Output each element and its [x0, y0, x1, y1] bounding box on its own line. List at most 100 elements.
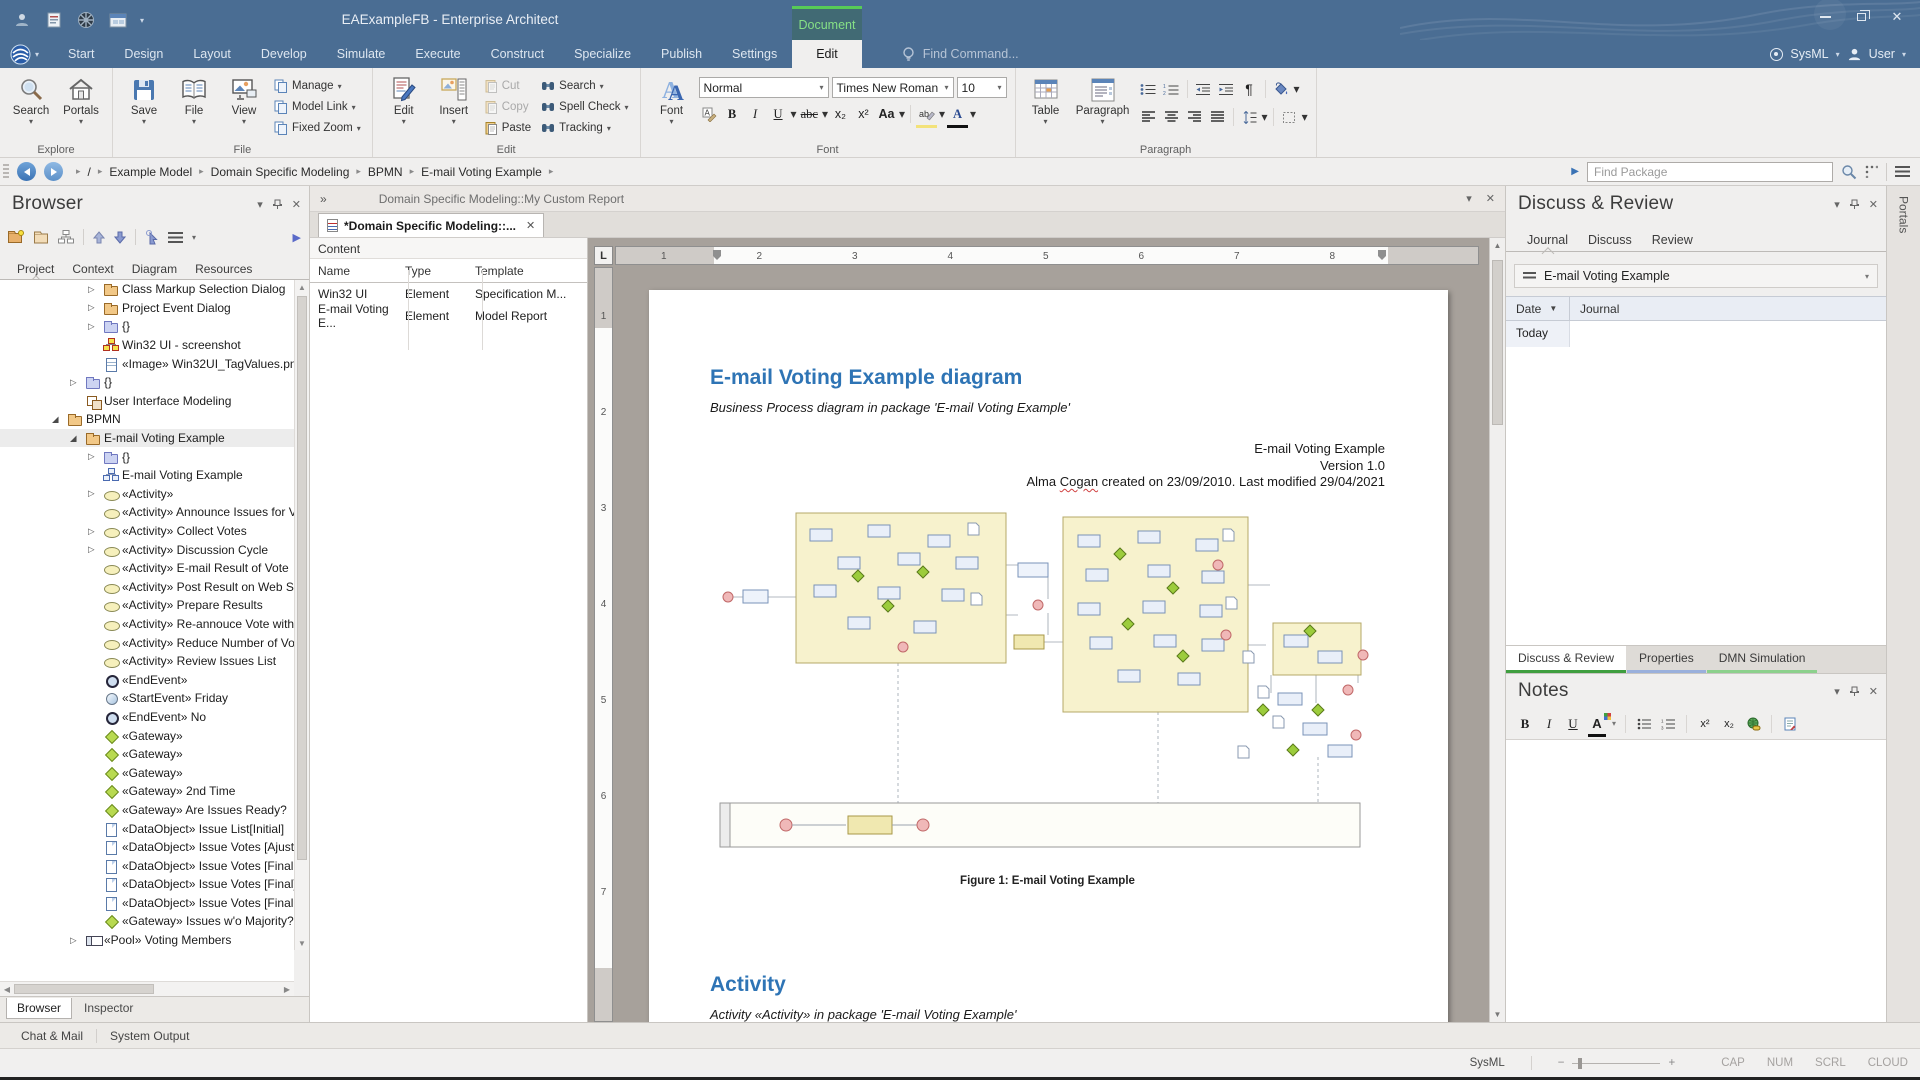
- clipboard-button[interactable]: Cut: [481, 77, 534, 95]
- discuss-pin-icon[interactable]: [1850, 199, 1859, 210]
- tree-expand-arrow[interactable]: [88, 321, 104, 332]
- wheel-quick-icon[interactable]: [76, 11, 95, 30]
- user-quick-icon[interactable]: [12, 11, 31, 30]
- tree-expand-arrow[interactable]: [70, 935, 86, 946]
- diagram-list-icon[interactable]: [58, 230, 74, 244]
- zoom-out-icon[interactable]: −: [1558, 1057, 1565, 1069]
- tree-item[interactable]: «DataObject» Issue Votes [Ajust: [0, 838, 294, 857]
- tree-item[interactable]: «Activity» Prepare Results: [0, 596, 294, 615]
- tree-item[interactable]: «Gateway» 2nd Time: [0, 782, 294, 801]
- user-menu[interactable]: User: [1869, 47, 1895, 61]
- zoom-control[interactable]: − +: [1558, 1057, 1675, 1069]
- tree-item[interactable]: «DataObject» Issue List[Initial]: [0, 819, 294, 838]
- tree-item[interactable]: Win32 UI - screenshot: [0, 336, 294, 355]
- tree-item[interactable]: «Activity» Review Issues List: [0, 652, 294, 671]
- tree-item[interactable]: E-mail Voting Example: [0, 429, 294, 448]
- breadcrumb-item[interactable]: BPMN: [349, 165, 402, 179]
- tree-expand-arrow[interactable]: [70, 377, 86, 388]
- view-button[interactable]: View ▾: [221, 72, 267, 126]
- tree-expand-arrow[interactable]: [70, 433, 86, 444]
- quick-access-caret-icon[interactable]: ▾: [140, 16, 144, 25]
- language-proof-icon[interactable]: A: [699, 104, 720, 125]
- system-output-tab[interactable]: System Output: [99, 1025, 200, 1047]
- tree-item[interactable]: «Pool» Voting Members: [0, 931, 294, 950]
- notes-bullet-list-button[interactable]: [1635, 714, 1653, 734]
- paragraph-button[interactable]: Paragraph ▾: [1072, 72, 1134, 126]
- discuss-tab[interactable]: Journal: [1518, 228, 1577, 252]
- font-size-combo[interactable]: 10▾: [957, 77, 1007, 98]
- notes-close-icon[interactable]: ✕: [1869, 685, 1878, 698]
- minimize-button[interactable]: [1810, 4, 1840, 30]
- close-button[interactable]: ✕: [1882, 4, 1912, 30]
- right-dock-tab[interactable]: Properties: [1627, 646, 1706, 673]
- breadcrumb-item[interactable]: /: [69, 165, 91, 179]
- italic-button[interactable]: I: [745, 104, 766, 125]
- edit-button[interactable]: Edit ▾: [381, 72, 427, 126]
- ribbon-tab-edit-active[interactable]: Edit: [792, 40, 862, 68]
- superscript-button[interactable]: x²: [853, 104, 874, 125]
- chat-mail-tab[interactable]: Chat & Mail: [10, 1025, 94, 1047]
- notes-italic-button[interactable]: I: [1540, 714, 1558, 734]
- notes-bold-button[interactable]: B: [1516, 714, 1534, 734]
- browser-close-icon[interactable]: ✕: [292, 198, 301, 211]
- decrease-indent-button[interactable]: [1193, 79, 1214, 100]
- report-header-caret-icon[interactable]: ▾: [1466, 192, 1472, 205]
- notes-pin-icon[interactable]: [1850, 686, 1859, 697]
- increase-indent-button[interactable]: [1216, 79, 1237, 100]
- tree-item[interactable]: «Activity» Collect Votes: [0, 522, 294, 541]
- browser-horizontal-scrollbar[interactable]: ◀▶: [0, 981, 294, 996]
- tree-item[interactable]: {}: [0, 373, 294, 392]
- breadcrumb-item[interactable]: E-mail Voting Example: [403, 165, 542, 179]
- ribbon-tab[interactable]: Start: [53, 40, 109, 68]
- ribbon-small-button[interactable]: Model Link ▾: [271, 98, 364, 116]
- ribbon-small-button[interactable]: Manage ▾: [271, 77, 364, 95]
- statusbar-perspective[interactable]: SysML: [1470, 1057, 1505, 1069]
- discuss-element-selector[interactable]: E-mail Voting Example ▾: [1514, 264, 1878, 288]
- style-combo[interactable]: Normal▾: [699, 77, 829, 98]
- ribbon-tab[interactable]: Construct: [476, 40, 560, 68]
- context-tab-document[interactable]: Document: [792, 6, 862, 40]
- move-up-icon[interactable]: [93, 231, 105, 244]
- tree-expand-arrow[interactable]: [52, 414, 68, 425]
- zoom-in-icon[interactable]: +: [1668, 1057, 1675, 1069]
- font-family-combo[interactable]: Times New Roman▾: [832, 77, 954, 98]
- breadcrumb-item[interactable]: Example Model: [91, 165, 192, 179]
- column-name[interactable]: Name: [318, 264, 405, 278]
- tree-item[interactable]: «StartEvent» Friday: [0, 689, 294, 708]
- browser-tab[interactable]: Diagram: [125, 258, 184, 280]
- tree-item[interactable]: E-mail Voting Example: [0, 466, 294, 485]
- edit-tool-button[interactable]: Search ▾: [538, 77, 631, 95]
- ribbon-tab[interactable]: Publish: [646, 40, 717, 68]
- document-tab[interactable]: *Domain Specific Modeling::... ✕: [318, 213, 544, 237]
- user-caret-icon[interactable]: ▾: [1902, 50, 1906, 59]
- browser-hamburger-caret[interactable]: ▾: [192, 233, 196, 242]
- app-menu-button[interactable]: ▾: [0, 40, 53, 68]
- notes-underline-button[interactable]: U: [1564, 714, 1582, 734]
- tree-expand-arrow[interactable]: [88, 488, 104, 499]
- browser-dock-tab[interactable]: Inspector: [74, 998, 143, 1018]
- align-left-button[interactable]: [1138, 107, 1159, 128]
- tree-item[interactable]: «DataObject» Issue Votes [Final]: [0, 875, 294, 894]
- discuss-tab[interactable]: Review: [1643, 228, 1702, 252]
- browser-hamburger-icon[interactable]: [168, 232, 183, 243]
- table-button[interactable]: Table ▾: [1024, 72, 1068, 126]
- edit-tool-button[interactable]: Spell Check ▾: [538, 98, 631, 116]
- tree-expand-arrow[interactable]: [88, 526, 104, 537]
- package-grid-icon[interactable]: [1865, 165, 1878, 178]
- align-right-button[interactable]: [1184, 107, 1205, 128]
- tree-item[interactable]: «Activity» E-mail Result of Vote: [0, 559, 294, 578]
- insert-button[interactable]: Insert ▾: [431, 72, 477, 126]
- bold-button[interactable]: B: [722, 104, 743, 125]
- browser-dropdown-icon[interactable]: ▾: [257, 198, 263, 211]
- tree-item[interactable]: «Activity» Reduce Number of Vo: [0, 633, 294, 652]
- browser-pin-icon[interactable]: [273, 199, 282, 210]
- bullet-list-button[interactable]: [1138, 79, 1159, 100]
- browser-tab[interactable]: Resources: [188, 258, 259, 280]
- report-quick-icon[interactable]: [44, 11, 63, 30]
- tree-item[interactable]: Project Event Dialog: [0, 299, 294, 318]
- discuss-dropdown-icon[interactable]: ▾: [1834, 198, 1840, 211]
- strikethrough-button[interactable]: abc: [799, 104, 820, 125]
- tree-item[interactable]: User Interface Modeling: [0, 392, 294, 411]
- highlight-color-button[interactable]: ab: [916, 104, 937, 125]
- package-nav-arrow-icon[interactable]: ▶: [1571, 166, 1579, 177]
